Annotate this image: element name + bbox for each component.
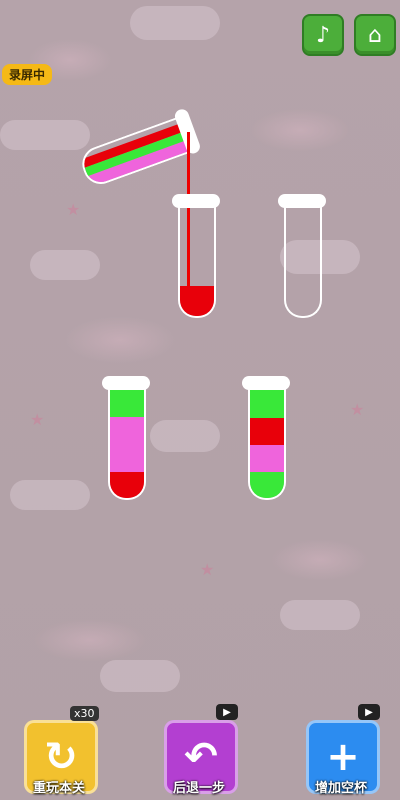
cloud-decoration: [100, 660, 180, 692]
recording-badge: 录屏中: [2, 64, 53, 85]
liquid-pink: [250, 445, 284, 472]
liquid-pink: [110, 445, 144, 472]
liquid-green: [110, 390, 144, 417]
liquid-red: [250, 418, 284, 445]
liquid-red: [180, 286, 214, 316]
liquid-green: [250, 390, 284, 418]
cloud-decoration: [150, 420, 220, 452]
cloud-decoration: [280, 600, 360, 630]
home-button[interactable]: ⌂: [354, 14, 396, 56]
cloud-decoration: [130, 6, 220, 40]
video-ad-icon: ▶: [358, 704, 380, 720]
restart-icon: ↻: [44, 734, 78, 780]
liquid-pink: [110, 417, 144, 445]
tube-bottom-left[interactable]: [108, 388, 146, 500]
tube-top-left[interactable]: [178, 206, 216, 318]
restart-count-badge: x30: [70, 706, 99, 721]
undo-label: 后退一步: [172, 781, 225, 796]
star-decoration: ★: [350, 400, 365, 419]
add-tube-icon: +: [326, 734, 360, 780]
liquid-green: [250, 472, 284, 498]
tube-bottom-right[interactable]: [248, 388, 286, 500]
restart-label: 重玩本关: [32, 781, 85, 796]
music-button[interactable]: ♪: [302, 14, 344, 56]
tube-top-right[interactable]: [284, 206, 322, 318]
star-decoration: ★: [66, 200, 81, 219]
home-icon: ⌂: [368, 22, 382, 48]
music-icon: ♪: [315, 22, 331, 48]
cloud-decoration: [30, 250, 100, 280]
liquid-red: [110, 472, 144, 498]
undo-icon: ↶: [184, 734, 218, 780]
star-decoration: ★: [30, 410, 45, 429]
add-tube-label: 增加空杯: [314, 781, 367, 796]
cloud-decoration: [0, 120, 90, 150]
video-ad-icon: ▶: [216, 704, 238, 720]
cloud-decoration: [10, 480, 90, 510]
star-decoration: ★: [200, 560, 215, 579]
